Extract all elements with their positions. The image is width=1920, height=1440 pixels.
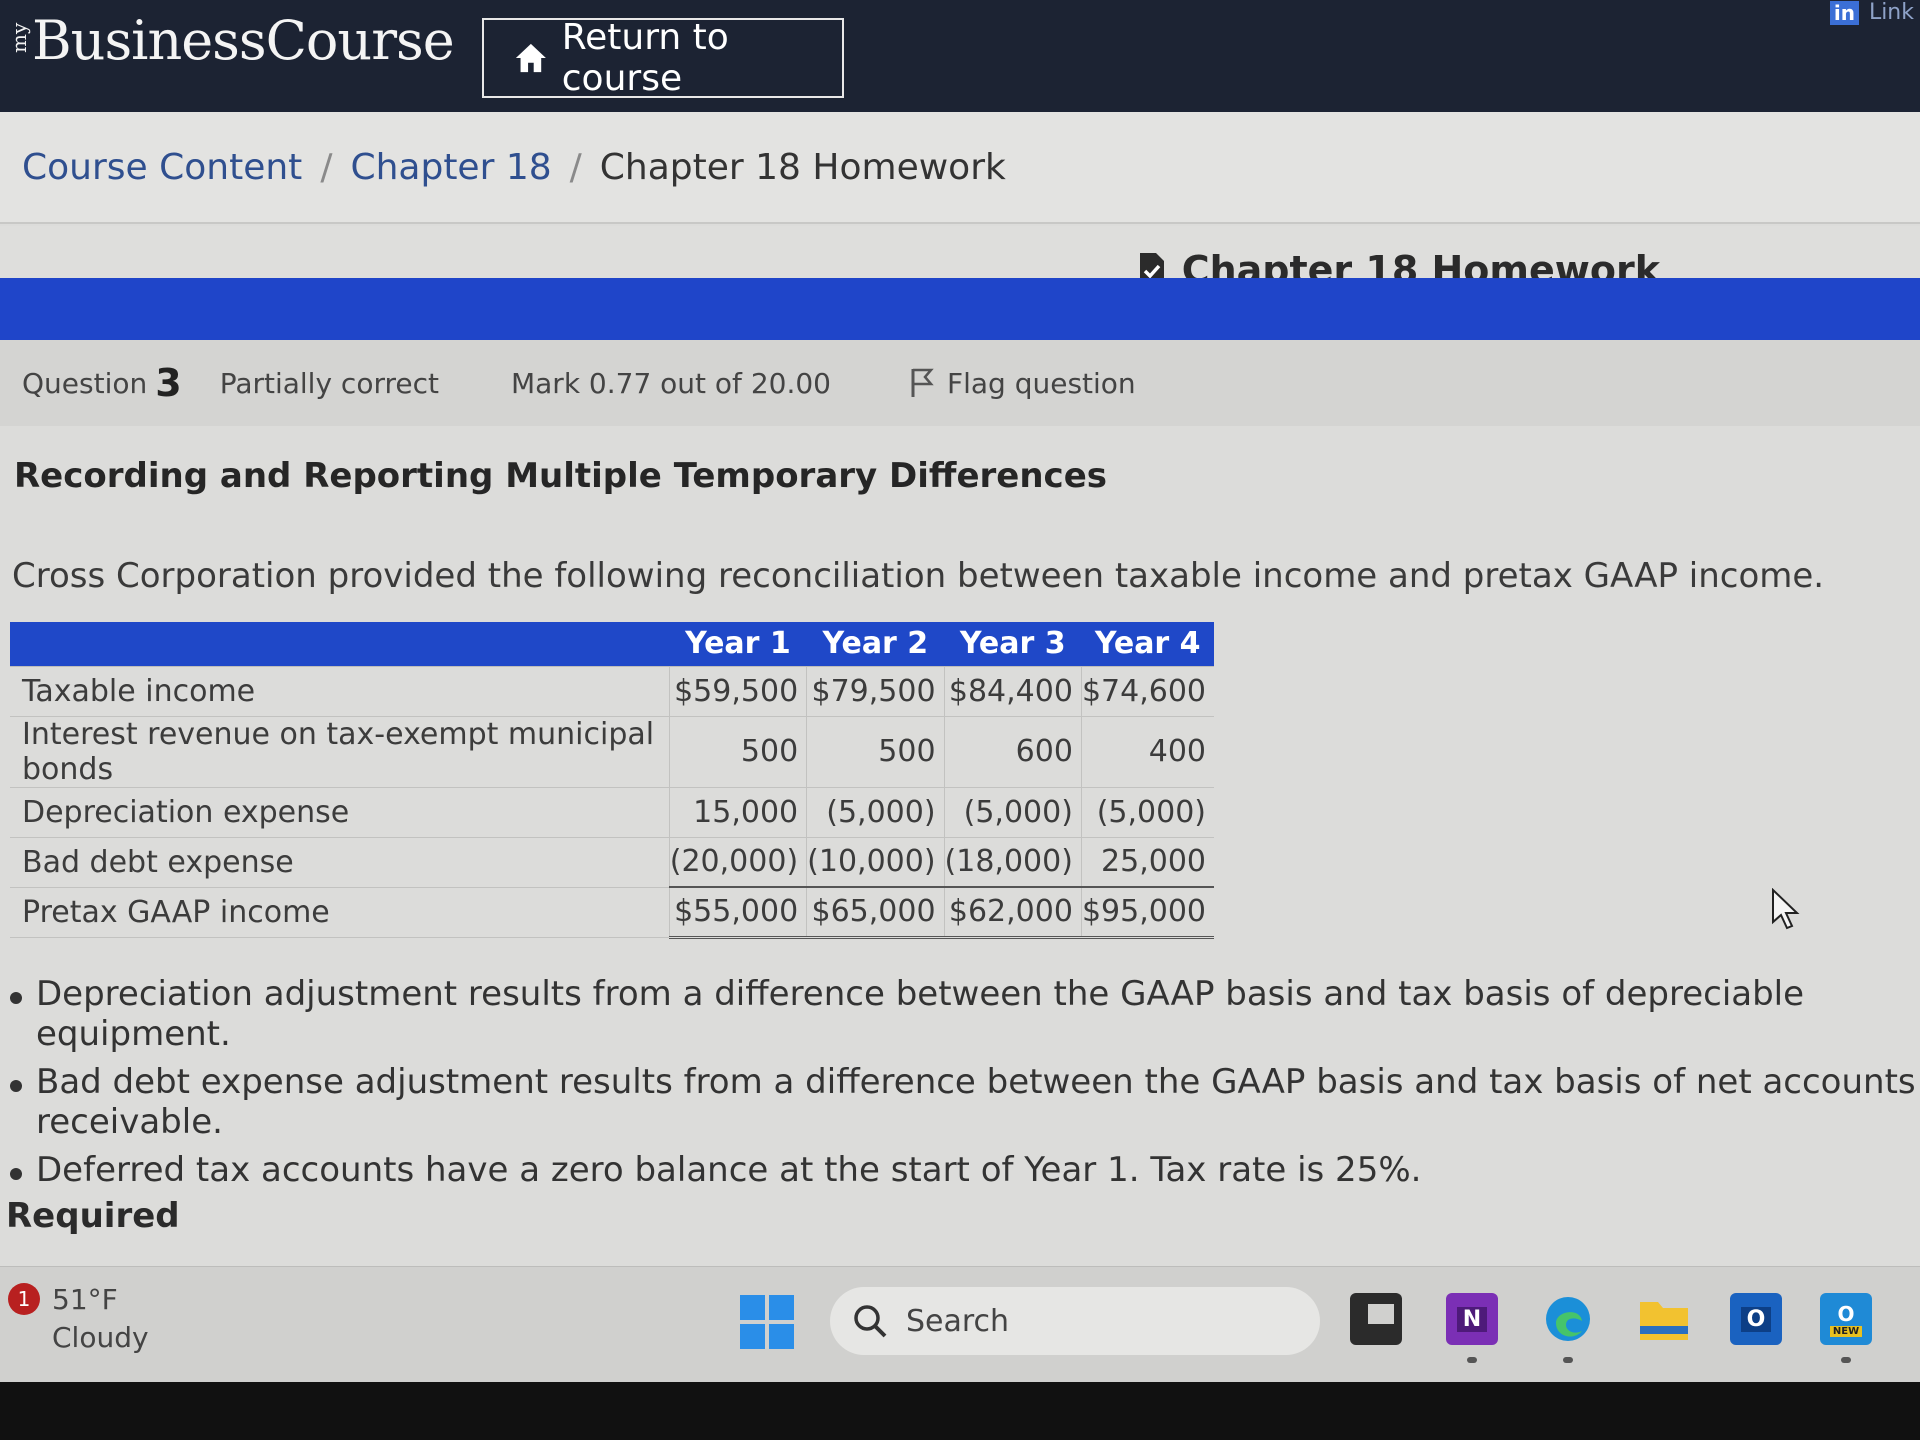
- cell-value: $79,500: [806, 665, 945, 717]
- row-label: Bad debt expense: [10, 837, 670, 888]
- screen-bezel: [0, 1382, 1920, 1440]
- top-header: my BusinessCourse Return to course in Li…: [0, 0, 1920, 128]
- running-indicator: [1467, 1357, 1477, 1363]
- brand-logo[interactable]: my BusinessCourse: [6, 0, 455, 80]
- task-view-icon[interactable]: [1350, 1293, 1402, 1345]
- question-number: 3: [155, 361, 182, 405]
- cell-value: (5,000): [943, 787, 1082, 838]
- table-header-year: Year 3: [944, 622, 1082, 666]
- search-icon: [854, 1305, 887, 1338]
- flag-question-button[interactable]: Flag question: [909, 367, 1136, 400]
- breadcrumb: Course Content / Chapter 18 / Chapter 18…: [0, 112, 1920, 224]
- return-to-course-label: Return to course: [561, 17, 729, 99]
- onenote-icon[interactable]: N: [1446, 1293, 1498, 1345]
- home-icon: [515, 43, 546, 73]
- new-outlook-letter: O: [1837, 1301, 1855, 1326]
- cell-value: (5,000): [806, 787, 945, 838]
- cell-value: $59,500: [668, 665, 807, 717]
- notification-badge: 1: [8, 1283, 40, 1315]
- outlook-letter: O: [1740, 1306, 1772, 1332]
- cell-value: $55,000: [668, 886, 807, 939]
- question-status: Partially correct: [219, 366, 439, 400]
- file-explorer-icon[interactable]: [1638, 1293, 1690, 1345]
- brand-name: BusinessCourse: [32, 8, 455, 72]
- list-item: Bad debt expense adjustment results from…: [10, 1062, 1920, 1142]
- table-header-year: Year 1: [669, 622, 807, 666]
- table-header-row: Year 1 Year 2 Year 3 Year 4: [10, 622, 1214, 666]
- weather-widget[interactable]: 1 51°F Cloudy: [8, 1281, 149, 1357]
- cell-value: 25,000: [1080, 837, 1214, 888]
- breadcrumb-course-content[interactable]: Course Content: [22, 147, 302, 188]
- onenote-letter: N: [1456, 1306, 1488, 1332]
- cell-value: $62,000: [943, 886, 1082, 939]
- required-heading: Required: [6, 1196, 180, 1236]
- new-outlook-icon[interactable]: O NEW: [1820, 1293, 1872, 1345]
- table-header-year: Year 4: [1081, 622, 1214, 666]
- question-intro: Cross Corporation provided the following…: [12, 556, 1825, 596]
- windows-start-icon[interactable]: [740, 1295, 794, 1349]
- weather-temperature: 51°F: [52, 1283, 118, 1316]
- breadcrumb-current: Chapter 18 Homework: [599, 146, 1006, 188]
- table-row-total: Pretax GAAP income $55,000 $65,000 $62,0…: [10, 886, 1214, 939]
- mouse-cursor-icon: [1772, 888, 1800, 930]
- cell-value: (10,000): [806, 837, 945, 888]
- question-info: Question 3 Partially correct Mark 0.77 o…: [0, 340, 1920, 426]
- cell-value: (5,000): [1080, 787, 1214, 838]
- linkedin-link[interactable]: in Link: [1829, 0, 1914, 25]
- table-row: Bad debt expense (20,000) (10,000) (18,0…: [10, 837, 1214, 888]
- row-label: Interest revenue on tax-exempt municipal…: [10, 716, 670, 788]
- return-to-course-button[interactable]: Return to course: [482, 17, 844, 99]
- cell-value: $84,400: [943, 665, 1082, 717]
- question-mark: Mark 0.77 out of 20.00: [510, 366, 831, 400]
- search-placeholder: Search: [906, 1303, 1010, 1339]
- table-row: Interest revenue on tax-exempt municipal…: [10, 716, 1214, 788]
- outlook-icon[interactable]: O: [1730, 1293, 1782, 1345]
- taskbar-search-input[interactable]: Search: [830, 1287, 1320, 1355]
- cell-value: 400: [1080, 716, 1214, 788]
- folder-glyph: [1640, 1302, 1688, 1340]
- question-notes: Depreciation adjustment results from a d…: [10, 974, 1920, 1198]
- task-view-glyph: [1368, 1304, 1394, 1324]
- breadcrumb-separator: /: [320, 146, 333, 188]
- cell-value: 600: [943, 716, 1082, 788]
- weather-condition: Cloudy: [52, 1321, 149, 1354]
- table-header-blank: [10, 622, 670, 666]
- cell-value: 15,000: [668, 787, 807, 838]
- linkedin-icon: in: [1829, 0, 1859, 25]
- flag-question-label: Flag question: [946, 366, 1136, 400]
- cell-value: 500: [806, 716, 945, 788]
- running-indicator: [1563, 1357, 1573, 1363]
- weather-text: 51°F Cloudy: [52, 1281, 149, 1357]
- list-item: Deferred tax accounts have a zero balanc…: [10, 1150, 1920, 1190]
- brand-prefix: my: [7, 22, 31, 53]
- row-label: Depreciation expense: [10, 787, 670, 838]
- edge-glyph: [1546, 1297, 1590, 1341]
- table-row: Depreciation expense 15,000 (5,000) (5,0…: [10, 787, 1214, 838]
- flag-icon: [911, 368, 934, 397]
- taskbar: 1 51°F Cloudy Search N O O NEW: [0, 1266, 1920, 1382]
- breadcrumb-chapter[interactable]: Chapter 18: [350, 147, 551, 188]
- running-indicator: [1841, 1357, 1851, 1363]
- new-outlook-badge: NEW: [1829, 1325, 1863, 1337]
- cell-value: $65,000: [806, 886, 945, 939]
- edge-browser-icon[interactable]: [1542, 1293, 1594, 1345]
- row-label: Taxable income: [10, 665, 670, 717]
- question-content: Recording and Reporting Multiple Tempora…: [0, 426, 1920, 1266]
- cell-value: $74,600: [1080, 665, 1214, 717]
- question-label: Question: [22, 366, 148, 400]
- row-label: Pretax GAAP income: [10, 887, 670, 938]
- cell-value: (20,000): [668, 837, 807, 888]
- list-item: Depreciation adjustment results from a d…: [10, 974, 1920, 1054]
- table-header-year: Year 2: [806, 622, 945, 666]
- table-row: Taxable income $59,500 $79,500 $84,400 $…: [10, 665, 1214, 717]
- breadcrumb-separator: /: [569, 146, 582, 188]
- cell-value: 500: [668, 716, 807, 788]
- cell-value: (18,000): [943, 837, 1082, 888]
- accent-band: [0, 278, 1920, 340]
- question-heading: Recording and Reporting Multiple Tempora…: [14, 456, 1107, 496]
- reconciliation-table: Year 1 Year 2 Year 3 Year 4 Taxable inco…: [10, 622, 1214, 939]
- linkedin-label: Link: [1868, 0, 1914, 25]
- cell-value: $95,000: [1080, 886, 1214, 939]
